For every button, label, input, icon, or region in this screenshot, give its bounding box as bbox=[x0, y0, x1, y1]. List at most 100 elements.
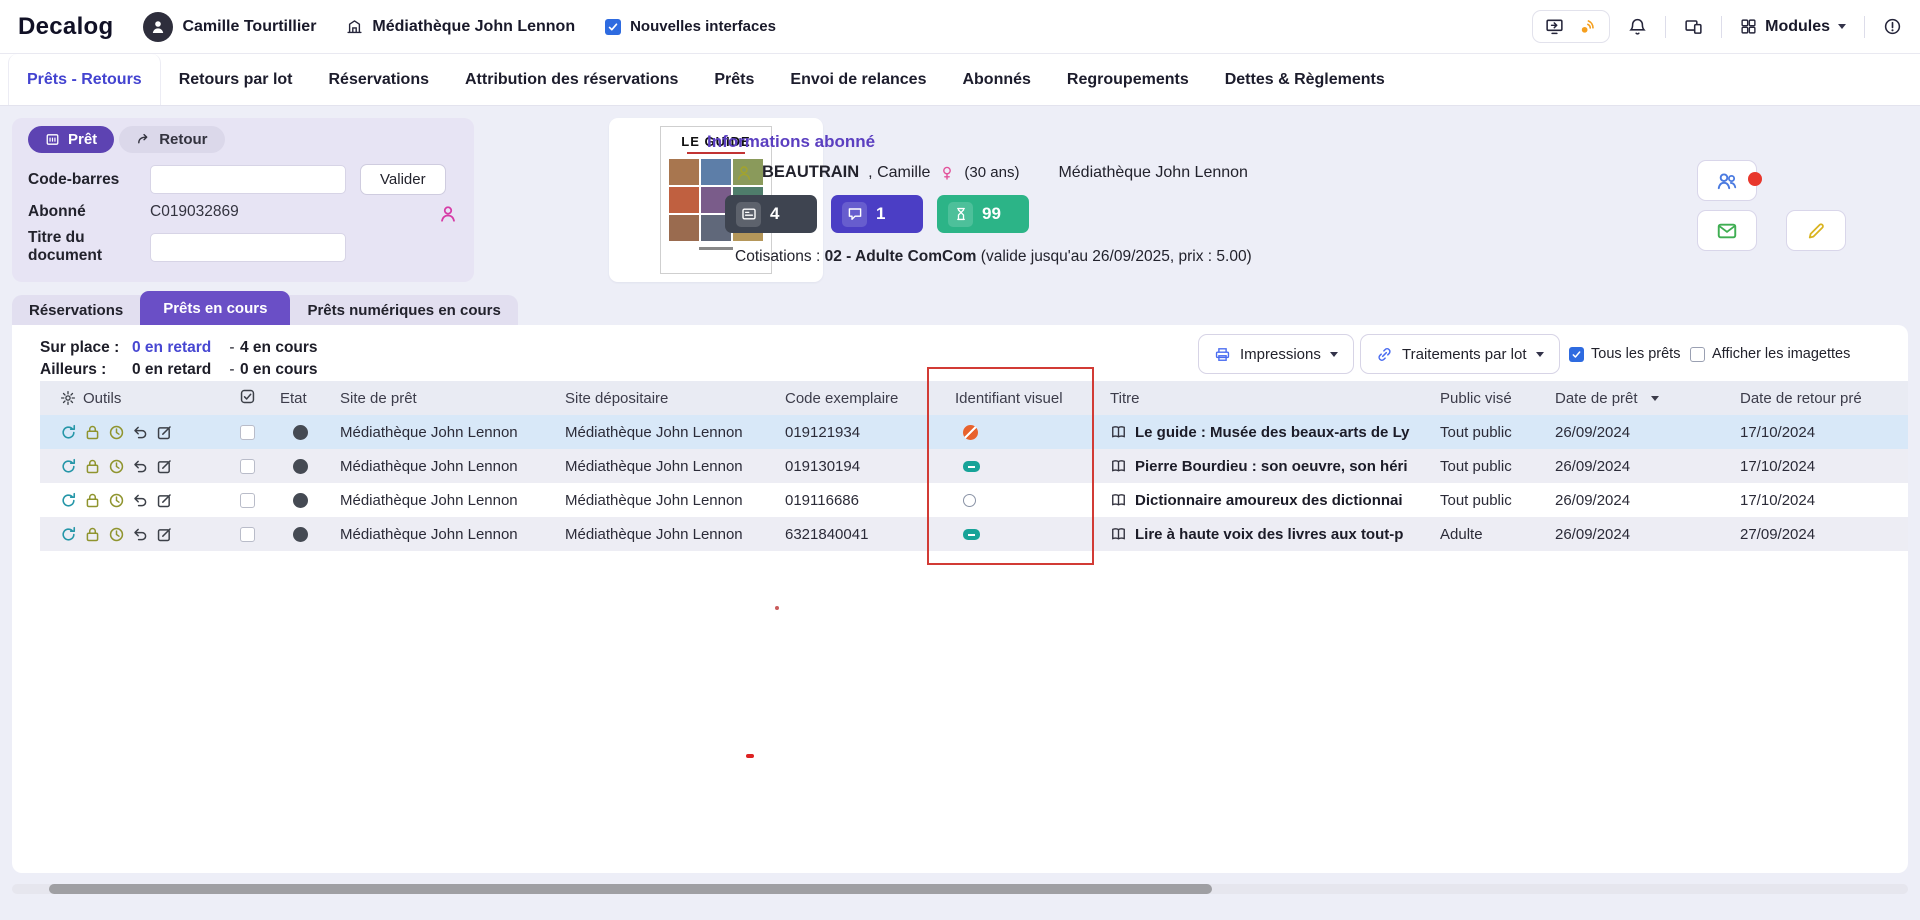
caret-down-icon bbox=[1330, 352, 1338, 357]
loan-row[interactable]: Médiathèque John Lennon Médiathèque John… bbox=[40, 517, 1908, 551]
all-loans-checkbox[interactable] bbox=[1569, 347, 1584, 362]
history-clock-icon[interactable] bbox=[108, 458, 125, 475]
screen-share-icon[interactable] bbox=[1545, 17, 1564, 36]
return-loan-icon[interactable] bbox=[132, 458, 149, 475]
devices-icon[interactable] bbox=[1684, 17, 1703, 36]
header-etat[interactable]: Etat bbox=[270, 381, 330, 415]
new-interfaces-checkbox[interactable] bbox=[605, 19, 621, 35]
header-public-vise[interactable]: Public visé bbox=[1430, 381, 1545, 415]
cell-code-exemplaire: 019121934 bbox=[775, 415, 945, 449]
gender-icon bbox=[939, 165, 955, 181]
member-person-icon[interactable] bbox=[438, 204, 458, 224]
header-code-exemplaire[interactable]: Code exemplaire bbox=[775, 381, 945, 415]
quota-count: 99 bbox=[982, 204, 1001, 224]
subtab-prets-numeriques[interactable]: Prêts numériques en cours bbox=[290, 296, 517, 325]
tab-pret[interactable]: Prêt bbox=[28, 126, 114, 153]
cell-titre[interactable]: Pierre Bourdieu : son oeuvre, son héri bbox=[1135, 458, 1408, 475]
renew-loan-icon[interactable] bbox=[60, 424, 77, 441]
header-titre[interactable]: Titre bbox=[1100, 381, 1430, 415]
sort-desc-icon[interactable] bbox=[1651, 396, 1659, 401]
nav-tab-attribution[interactable]: Attribution des réservations bbox=[447, 54, 696, 105]
edit-subscriber-button[interactable] bbox=[1786, 210, 1846, 251]
row-checkbox[interactable] bbox=[240, 527, 255, 542]
nav-tab-abonnes[interactable]: Abonnés bbox=[944, 54, 1048, 105]
return-loan-icon[interactable] bbox=[132, 526, 149, 543]
edit-loan-icon[interactable] bbox=[156, 492, 173, 509]
row-checkbox[interactable] bbox=[240, 459, 255, 474]
cell-titre[interactable]: Lire à haute voix des livres aux tout-p bbox=[1135, 526, 1403, 543]
row-checkbox[interactable] bbox=[240, 425, 255, 440]
lock-icon[interactable] bbox=[84, 458, 101, 475]
renew-loan-icon[interactable] bbox=[60, 526, 77, 543]
help-icon[interactable] bbox=[1883, 17, 1902, 36]
renew-loan-icon[interactable] bbox=[60, 492, 77, 509]
show-thumbnails-checkbox[interactable] bbox=[1690, 347, 1705, 362]
row-checkbox[interactable] bbox=[240, 493, 255, 508]
member-info-heading: Informations abonné bbox=[707, 132, 1252, 152]
history-clock-icon[interactable] bbox=[108, 492, 125, 509]
all-loans-toggle[interactable]: Tous les prêts bbox=[1569, 346, 1680, 362]
nav-tab-dettes[interactable]: Dettes & Règlements bbox=[1207, 54, 1403, 105]
current-user[interactable]: Camille Tourtillier bbox=[143, 12, 316, 42]
doc-title-input[interactable] bbox=[150, 233, 346, 262]
return-loan-icon[interactable] bbox=[132, 424, 149, 441]
loan-row[interactable]: Médiathèque John Lennon Médiathèque John… bbox=[40, 415, 1908, 449]
cell-titre[interactable]: Le guide : Musée des beaux-arts de Ly bbox=[1135, 424, 1410, 441]
edit-loan-icon[interactable] bbox=[156, 526, 173, 543]
loan-row[interactable]: Médiathèque John Lennon Médiathèque John… bbox=[40, 449, 1908, 483]
send-message-button[interactable] bbox=[1697, 210, 1757, 251]
horizontal-scrollbar-track[interactable] bbox=[12, 884, 1908, 894]
header-date-retour[interactable]: Date de retour pré bbox=[1730, 381, 1908, 415]
impressions-button[interactable]: Impressions bbox=[1198, 334, 1354, 374]
edit-loan-icon[interactable] bbox=[156, 458, 173, 475]
header-date-pret[interactable]: Date de prêt bbox=[1555, 390, 1638, 407]
sur-place-late[interactable]: 0 en retard bbox=[132, 337, 224, 359]
loan-row[interactable]: Médiathèque John Lennon Médiathèque John… bbox=[40, 483, 1908, 517]
new-interfaces-toggle[interactable]: Nouvelles interfaces bbox=[605, 18, 776, 35]
sur-place-current: 4 en cours bbox=[240, 339, 318, 356]
batch-processing-button[interactable]: Traitements par lot bbox=[1360, 334, 1560, 374]
audio-assist-icon[interactable] bbox=[1578, 17, 1597, 36]
barcode-input[interactable] bbox=[150, 165, 346, 194]
lock-icon[interactable] bbox=[84, 492, 101, 509]
quota-badge[interactable]: 99 bbox=[937, 195, 1029, 233]
subtab-reservations[interactable]: Réservations bbox=[12, 296, 140, 325]
summary-sur-place: Sur place :0 en retard-4 en cours bbox=[40, 337, 318, 359]
app-logo[interactable]: Decalog bbox=[18, 13, 113, 41]
member-icon bbox=[735, 164, 753, 182]
tab-retour[interactable]: Retour bbox=[119, 126, 224, 153]
cell-public-vise: Tout public bbox=[1430, 415, 1545, 449]
subtab-prets-en-cours[interactable]: Prêts en cours bbox=[140, 291, 290, 325]
barcode-label: Code-barres bbox=[28, 171, 150, 189]
current-library[interactable]: Médiathèque John Lennon bbox=[346, 18, 575, 36]
header-identifiant-visuel[interactable]: Identifiant visuel bbox=[945, 381, 1100, 415]
nav-tab-retours-par-lot[interactable]: Retours par lot bbox=[161, 54, 311, 105]
horizontal-scrollbar-thumb[interactable] bbox=[49, 884, 1212, 894]
cell-titre[interactable]: Dictionnaire amoureux des dictionnai bbox=[1135, 492, 1403, 509]
header-outils[interactable]: Outils bbox=[83, 390, 121, 407]
messages-count-badge[interactable]: 1 bbox=[831, 195, 923, 233]
nav-tab-relances[interactable]: Envoi de relances bbox=[772, 54, 944, 105]
header-site-depositaire[interactable]: Site dépositaire bbox=[555, 381, 775, 415]
status-dot bbox=[293, 493, 308, 508]
modules-menu-button[interactable]: Modules bbox=[1740, 18, 1846, 36]
history-clock-icon[interactable] bbox=[108, 526, 125, 543]
history-clock-icon[interactable] bbox=[108, 424, 125, 441]
validate-button[interactable]: Valider bbox=[360, 164, 446, 195]
notification-dot bbox=[1748, 172, 1762, 186]
loans-count-badge[interactable]: 4 bbox=[725, 195, 817, 233]
notifications-bell-icon[interactable] bbox=[1628, 17, 1647, 36]
nav-tab-reservations[interactable]: Réservations bbox=[311, 54, 448, 105]
edit-loan-icon[interactable] bbox=[156, 424, 173, 441]
select-all-checkbox-icon[interactable] bbox=[239, 388, 256, 405]
return-loan-icon[interactable] bbox=[132, 492, 149, 509]
separator bbox=[1721, 16, 1722, 38]
header-site-pret[interactable]: Site de prêt bbox=[330, 381, 555, 415]
lock-icon[interactable] bbox=[84, 526, 101, 543]
show-thumbnails-toggle[interactable]: Afficher les imagettes bbox=[1690, 346, 1850, 362]
nav-tab-prets[interactable]: Prêts bbox=[696, 54, 772, 105]
nav-tab-regroupements[interactable]: Regroupements bbox=[1049, 54, 1207, 105]
renew-loan-icon[interactable] bbox=[60, 458, 77, 475]
nav-tab-prets-retours[interactable]: Prêts - Retours bbox=[8, 54, 161, 105]
lock-icon[interactable] bbox=[84, 424, 101, 441]
